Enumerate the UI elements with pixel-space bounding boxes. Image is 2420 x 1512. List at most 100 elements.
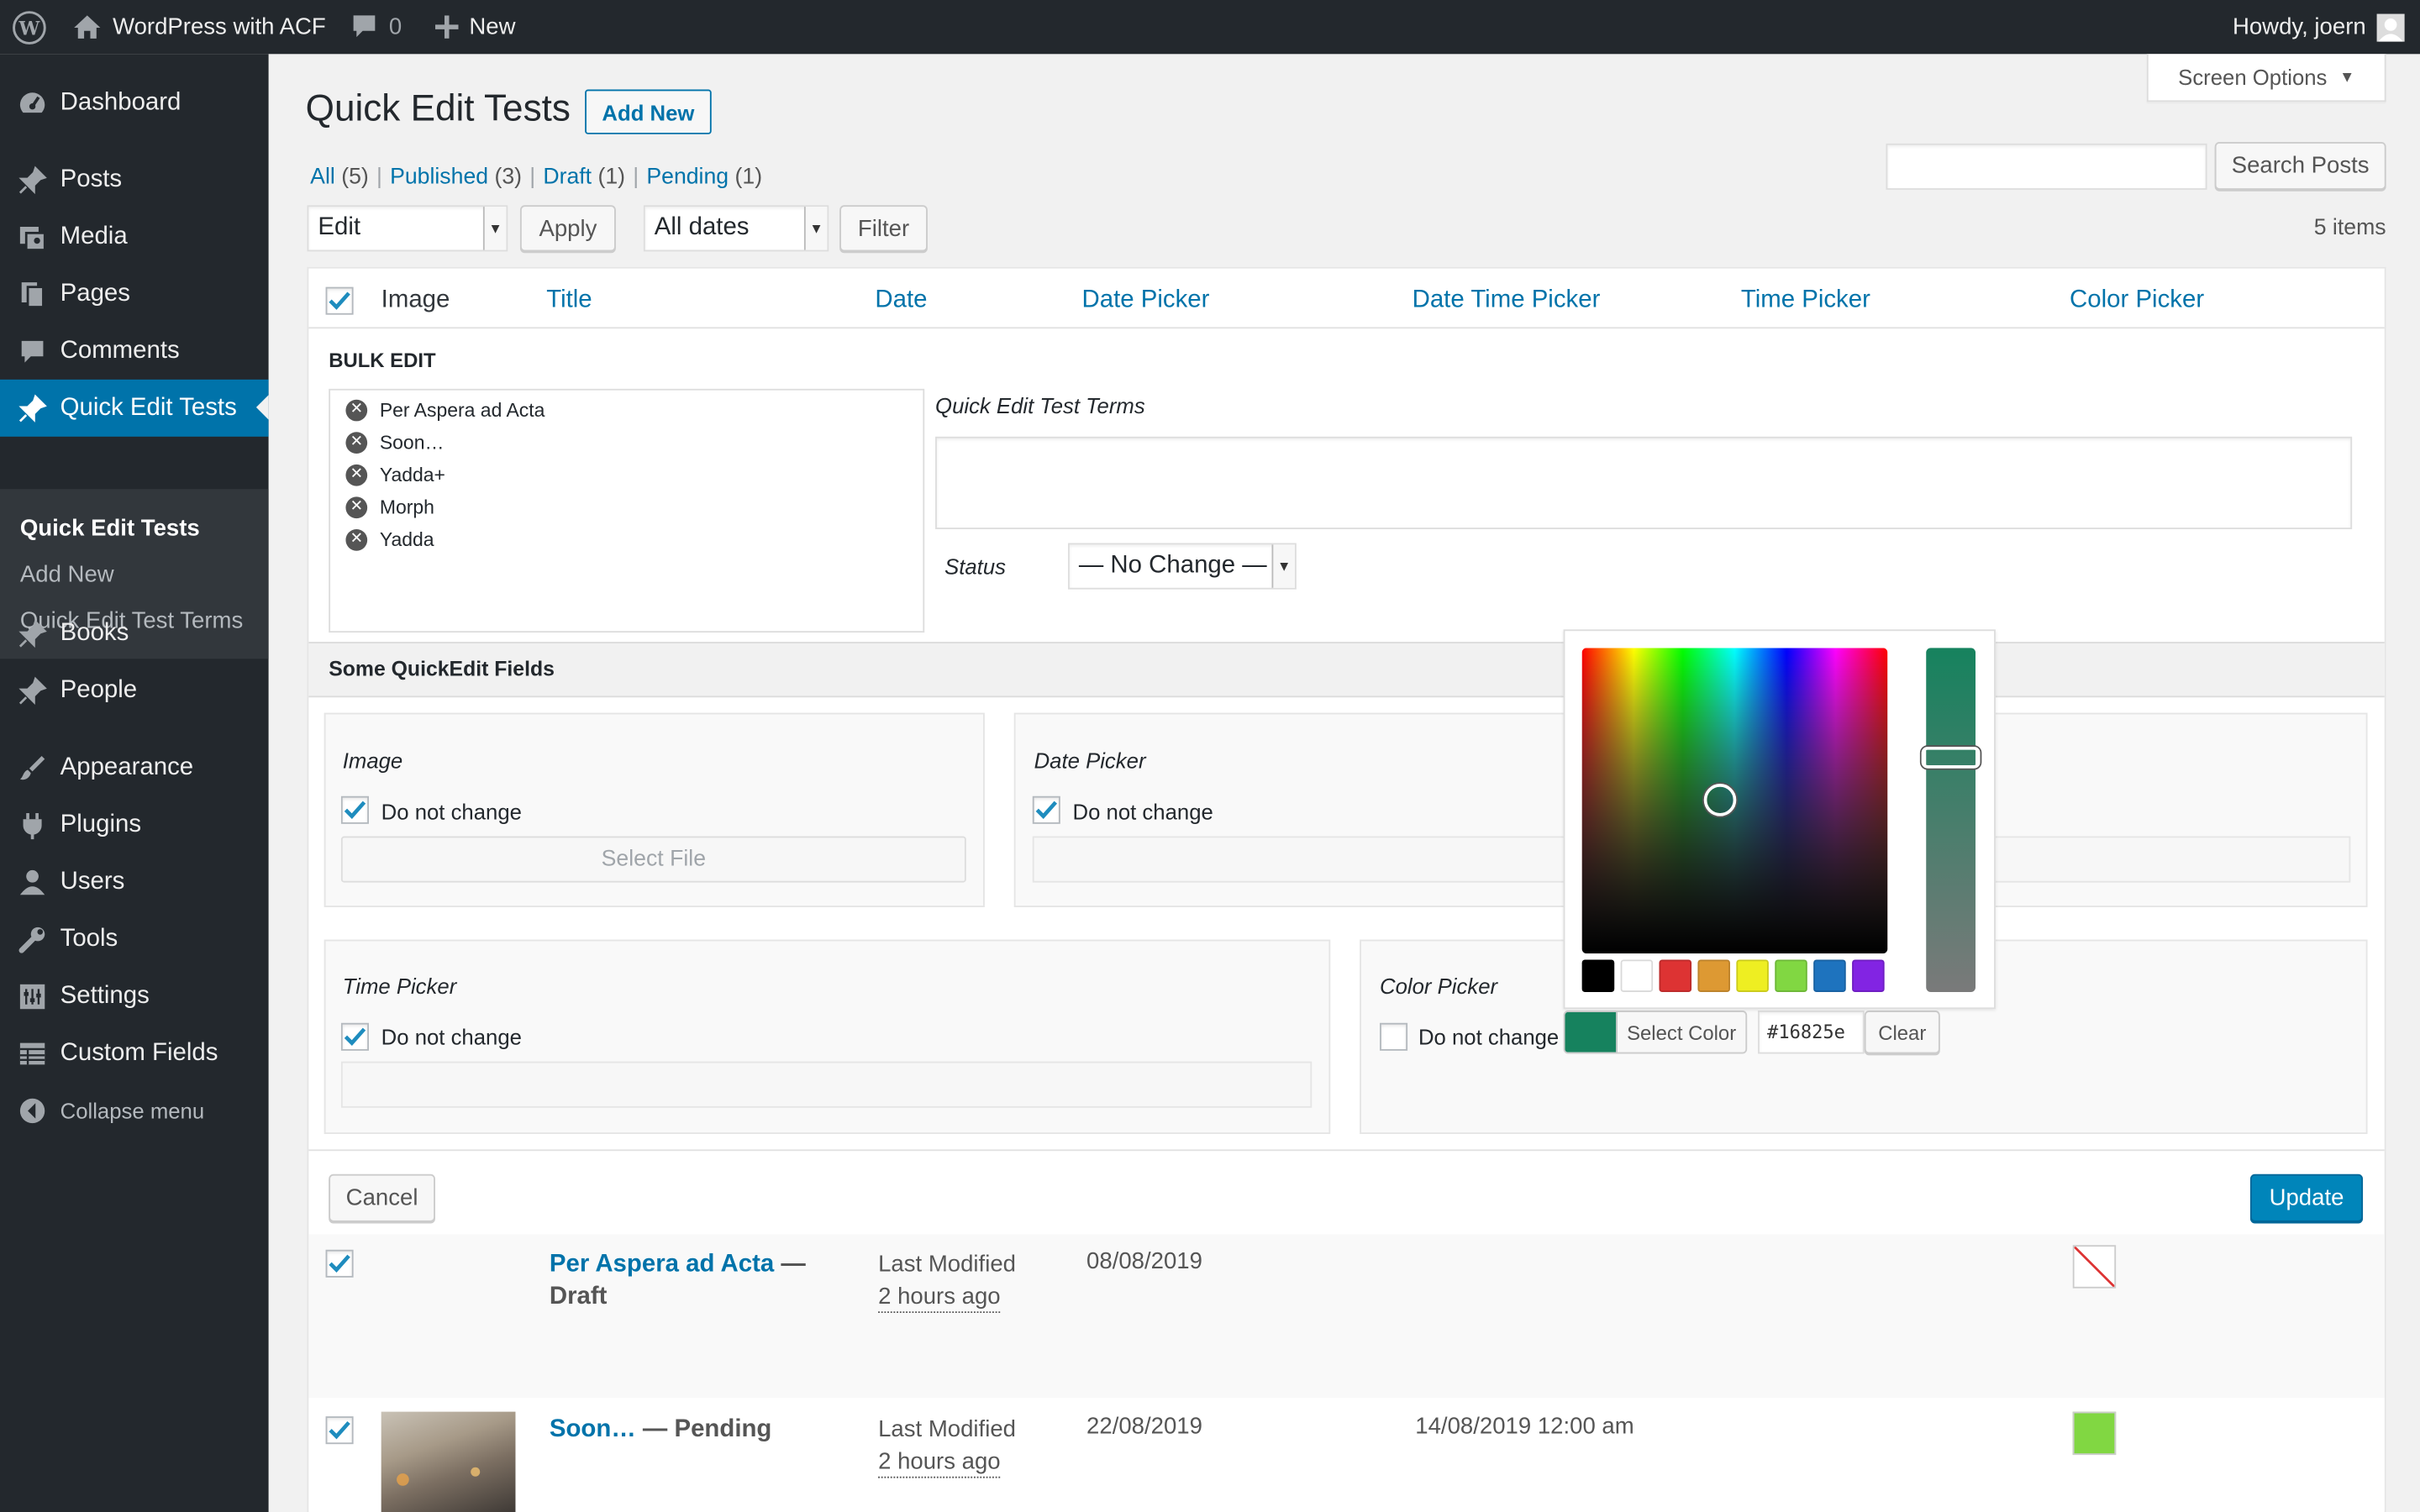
- sidebar-item-media[interactable]: Media: [0, 208, 269, 265]
- color-square[interactable]: [1581, 648, 1888, 954]
- view-label: Published: [390, 165, 489, 190]
- row-thumbnail-image[interactable]: [381, 1411, 516, 1512]
- image-do-not-change-checkbox[interactable]: [340, 795, 369, 824]
- row-checkbox[interactable]: [325, 1416, 354, 1445]
- bulk-edit-heading: BULK EDIT: [329, 349, 436, 372]
- collapse-menu-button[interactable]: Collapse menu: [0, 1082, 269, 1139]
- palette-swatch[interactable]: [1620, 959, 1654, 993]
- remove-icon[interactable]: ✕: [345, 464, 368, 486]
- palette-swatch[interactable]: [1581, 959, 1615, 993]
- add-new-button[interactable]: Add New: [585, 89, 712, 134]
- select-file-button[interactable]: Select File: [340, 836, 966, 883]
- view-draft[interactable]: Draft (1): [543, 165, 625, 190]
- palette-swatch[interactable]: [1852, 959, 1885, 993]
- date-picker-do-not-change-checkbox[interactable]: [1032, 795, 1060, 824]
- sidebar-item-tools[interactable]: Tools: [0, 911, 269, 968]
- row-title-link[interactable]: Soon…: [550, 1416, 636, 1442]
- remove-icon[interactable]: ✕: [345, 496, 368, 519]
- site-name: WordPress with ACF: [113, 13, 326, 40]
- sidebar-item-users[interactable]: Users: [0, 853, 269, 911]
- view-count: (1): [734, 165, 763, 190]
- sidebar-item-books[interactable]: Books: [0, 605, 269, 662]
- palette-swatch[interactable]: [1813, 959, 1846, 993]
- view-pending[interactable]: Pending (1): [646, 165, 762, 190]
- terms-textarea[interactable]: [935, 436, 2353, 529]
- view-published[interactable]: Published (3): [390, 165, 522, 190]
- sidebar-item-posts[interactable]: Posts: [0, 151, 269, 208]
- row-color-swatch: [2072, 1411, 2117, 1456]
- sidebar-item-comments[interactable]: Comments: [0, 323, 269, 380]
- status-views: All (5) | Published (3) | Draft (1) | Pe…: [310, 165, 763, 190]
- search-input[interactable]: [1886, 143, 2207, 190]
- site-name-link[interactable]: WordPress with ACF: [72, 0, 326, 54]
- search-posts-button[interactable]: Search Posts: [2214, 141, 2386, 190]
- my-account-link[interactable]: Howdy, joern: [2233, 0, 2405, 54]
- sidebar-item-dashboard[interactable]: Dashboard: [0, 74, 269, 131]
- row-date-status: Last Modified: [878, 1416, 1016, 1443]
- sidebar-item-quick-edit-tests[interactable]: Quick Edit Tests: [0, 379, 269, 437]
- bulk-title-label: Per Aspera ad Acta: [379, 399, 545, 422]
- comments-link[interactable]: 0: [350, 0, 402, 54]
- comment-icon: [353, 15, 376, 38]
- row-title-link[interactable]: Per Aspera ad Acta: [550, 1252, 774, 1278]
- row-date-status: Last Modified: [878, 1251, 1016, 1278]
- column-date[interactable]: Date: [875, 287, 927, 315]
- sidebar-item-people[interactable]: People: [0, 662, 269, 719]
- sidebar-item-pages[interactable]: Pages: [0, 265, 269, 323]
- sidebar-item-appearance[interactable]: Appearance: [0, 739, 269, 796]
- saturation-strip[interactable]: [1921, 648, 1981, 993]
- date-picker-do-not-change-label: Do not change: [1072, 799, 1213, 824]
- apply-button[interactable]: Apply: [519, 205, 616, 252]
- screen-options-button[interactable]: Screen Options ▼: [2146, 54, 2386, 102]
- sidebar-label: Custom Fields: [60, 1039, 218, 1066]
- pin-icon: [0, 675, 60, 706]
- dropdown-arrow-icon: ▼: [482, 207, 507, 250]
- color-handle[interactable]: [1703, 784, 1737, 816]
- column-image: Image: [381, 286, 450, 313]
- palette-swatch[interactable]: [1697, 959, 1730, 993]
- column-color-picker[interactable]: Color Picker: [2070, 287, 2204, 315]
- bulk-action-select[interactable]: Edit ▼: [307, 205, 508, 252]
- row-checkbox[interactable]: [325, 1249, 354, 1278]
- sidebar-item-plugins[interactable]: Plugins: [0, 796, 269, 853]
- sidebar-label: Tools: [60, 925, 118, 952]
- wordpress-logo-icon[interactable]: W: [13, 0, 46, 54]
- remove-icon[interactable]: ✕: [345, 399, 368, 422]
- color-picker-do-not-change-checkbox[interactable]: [1380, 1022, 1408, 1051]
- time-picker-do-not-change-checkbox[interactable]: [340, 1022, 369, 1051]
- date-filter-select[interactable]: All dates ▼: [643, 205, 829, 252]
- time-picker-input[interactable]: [340, 1061, 1313, 1108]
- wp-admin-screen: W WordPress with ACF 0 New Howdy, joern …: [0, 0, 2420, 1512]
- current-color-swatch: [1565, 1011, 1618, 1053]
- strip-handle[interactable]: [1921, 746, 1981, 769]
- cancel-button[interactable]: Cancel: [329, 1173, 435, 1222]
- bulk-title-item: ✕ Morph: [345, 494, 544, 522]
- submenu-add-new[interactable]: Add New: [20, 562, 114, 588]
- dropdown-arrow-icon: ▼: [1271, 544, 1296, 588]
- sidebar-item-settings[interactable]: Settings: [0, 968, 269, 1025]
- column-date-time-picker[interactable]: Date Time Picker: [1413, 287, 1601, 315]
- filter-button[interactable]: Filter: [839, 205, 928, 252]
- sidebar-item-custom-fields[interactable]: Custom Fields: [0, 1025, 269, 1082]
- clear-color-button[interactable]: Clear: [1864, 1011, 1940, 1054]
- status-select[interactable]: — No Change — ▼: [1068, 543, 1297, 590]
- palette-swatch[interactable]: [1775, 959, 1807, 993]
- palette-swatch[interactable]: [1659, 959, 1692, 993]
- row-date-ago: 2 hours ago: [878, 1284, 1001, 1314]
- palette-swatch[interactable]: [1736, 959, 1769, 993]
- new-content-link[interactable]: New: [434, 0, 515, 54]
- color-hex-input[interactable]: #16825e: [1758, 1011, 1865, 1054]
- row-post-state: — Pending: [642, 1416, 772, 1443]
- column-date-picker[interactable]: Date Picker: [1082, 287, 1210, 315]
- remove-icon[interactable]: ✕: [345, 529, 368, 551]
- submenu-quick-edit-tests[interactable]: Quick Edit Tests: [20, 515, 200, 541]
- column-time-picker[interactable]: Time Picker: [1741, 287, 1870, 315]
- column-title[interactable]: Title: [546, 287, 592, 315]
- bulk-title-item: ✕ Per Aspera ad Acta: [345, 396, 544, 424]
- update-button[interactable]: Update: [2249, 1173, 2364, 1222]
- select-color-button[interactable]: Select Color: [1563, 1011, 1748, 1054]
- view-label: All: [310, 165, 335, 190]
- select-all-checkbox[interactable]: [325, 286, 354, 315]
- view-all[interactable]: All (5): [310, 165, 369, 190]
- remove-icon[interactable]: ✕: [345, 432, 368, 454]
